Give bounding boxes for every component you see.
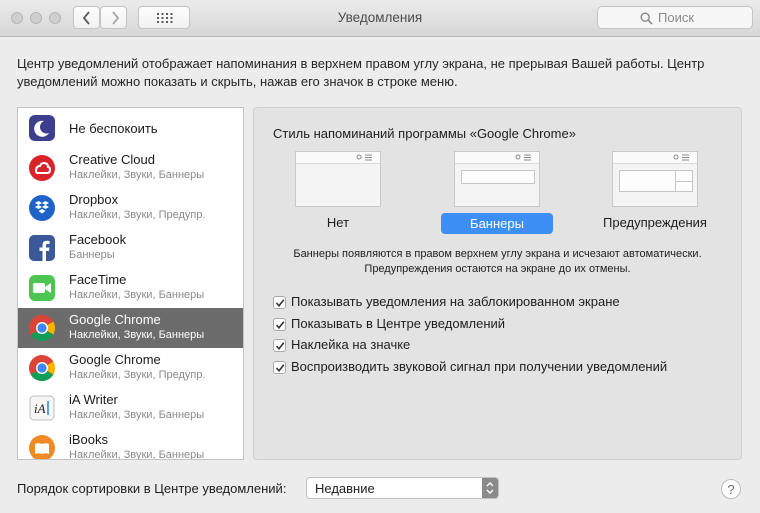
checkbox-label: Показывать уведомления на заблокированно… xyxy=(291,294,620,309)
list-item-ia-writer[interactable]: iA iA Writer Наклейки, Звуки, Баннеры xyxy=(18,388,243,428)
alert-sample xyxy=(619,170,693,192)
svg-text:iA: iA xyxy=(34,401,46,416)
chrome-icon xyxy=(28,314,56,342)
app-name: iA Writer xyxy=(69,392,118,407)
list-item-dropbox[interactable]: Dropbox Наклейки, Звуки, Предупр. xyxy=(18,188,243,228)
search-field[interactable]: Поиск xyxy=(597,6,753,29)
app-name: Facebook xyxy=(69,232,127,247)
style-info-line-2: Предупреждения остаются на экране до их … xyxy=(364,263,631,275)
checkmark-icon xyxy=(275,364,285,373)
sort-order-value: Недавние xyxy=(315,481,375,496)
checkbox[interactable] xyxy=(273,296,286,309)
moon-icon xyxy=(29,115,55,141)
stepper-arrows-icon xyxy=(482,478,498,498)
ia-writer-icon: iA xyxy=(29,395,55,421)
toolbar: Уведомления Поиск xyxy=(0,0,760,37)
checkbox-sound[interactable]: Воспроизводить звуковой сигнал при получ… xyxy=(273,359,713,377)
help-button[interactable]: ? xyxy=(721,479,741,499)
list-item-google-chrome[interactable]: Google Chrome Наклейки, Звуки, Предупр. xyxy=(18,348,243,388)
list-item-google-chrome-selected[interactable]: Google Chrome Наклейки, Звуки, Баннеры xyxy=(18,308,243,348)
sort-order-label: Порядок сортировки в Центре уведомлений: xyxy=(17,481,287,496)
list-item-creative-cloud[interactable]: Creative Cloud Наклейки, Звуки, Баннеры xyxy=(18,148,243,188)
list-item-do-not-disturb[interactable]: Не беспокоить xyxy=(18,108,243,148)
menu-bar-icons xyxy=(356,154,372,161)
app-settings-summary: Наклейки, Звуки, Баннеры xyxy=(69,329,205,341)
checkbox[interactable] xyxy=(273,339,286,352)
app-name: iBooks xyxy=(69,432,109,447)
app-name: Google Chrome xyxy=(69,352,161,367)
style-banners-preview[interactable] xyxy=(454,151,540,207)
chrome-icon xyxy=(29,355,56,382)
style-alerts-label[interactable]: Предупреждения xyxy=(595,215,715,230)
menu-bar-icons xyxy=(673,154,689,161)
app-name: Creative Cloud xyxy=(69,152,155,167)
app-settings-summary: Наклейки, Звуки, Предупр. xyxy=(69,369,206,381)
menu-bar-icons xyxy=(515,154,531,161)
app-settings-summary: Наклейки, Звуки, Баннеры xyxy=(69,169,205,181)
style-none-preview[interactable] xyxy=(295,151,381,207)
app-settings-summary: Наклейки, Звуки, Баннеры xyxy=(69,289,205,301)
app-settings-summary: Баннеры xyxy=(69,249,115,261)
facebook-icon xyxy=(29,235,55,261)
app-list[interactable]: Не беспокоить Creative Cloud Наклейки, З… xyxy=(17,107,244,460)
checkbox-label: Наклейка на значке xyxy=(291,337,411,352)
notification-settings-panel: Стиль напоминаний программы «Google Chro… xyxy=(253,107,742,460)
facetime-icon xyxy=(29,275,55,301)
checkmark-icon xyxy=(275,342,285,351)
checkbox-label: Показывать в Центре уведомлений xyxy=(291,316,506,331)
creative-cloud-icon xyxy=(29,155,55,181)
app-name: Не беспокоить xyxy=(69,121,158,136)
checkbox-lock-screen[interactable]: Показывать уведомления на заблокированно… xyxy=(273,294,713,312)
checkmark-icon xyxy=(275,299,285,308)
app-settings-summary: Наклейки, Звуки, Баннеры xyxy=(69,449,205,460)
app-name: Google Chrome xyxy=(69,312,161,327)
style-info-text: Баннеры появляются в правом верхнем углу… xyxy=(254,247,741,277)
list-item-facebook[interactable]: Facebook Баннеры xyxy=(18,228,243,268)
search-placeholder: Поиск xyxy=(658,10,695,25)
app-settings-summary: Наклейки, Звуки, Предупр. xyxy=(69,209,206,221)
list-item-ibooks[interactable]: iBooks Наклейки, Звуки, Баннеры xyxy=(18,428,243,460)
style-alerts-preview[interactable] xyxy=(612,151,698,207)
app-name: Dropbox xyxy=(69,192,119,207)
checkbox-notification-center[interactable]: Показывать в Центре уведомлений xyxy=(273,316,713,334)
search-icon xyxy=(640,12,653,25)
app-settings-summary: Наклейки, Звуки, Баннеры xyxy=(69,409,205,421)
description-text: Центр уведомлений отображает напоминания… xyxy=(17,56,705,89)
style-none-label[interactable]: Нет xyxy=(295,215,381,230)
ibooks-icon xyxy=(29,435,55,459)
dropbox-icon xyxy=(29,195,55,221)
style-banners-label-selected[interactable]: Баннеры xyxy=(441,213,553,234)
app-name: FaceTime xyxy=(69,272,127,287)
sort-order-select[interactable]: Недавние xyxy=(306,477,499,499)
checkmark-icon xyxy=(275,321,285,330)
list-item-facetime[interactable]: FaceTime Наклейки, Звуки, Баннеры xyxy=(18,268,243,308)
banner-sample xyxy=(461,170,535,184)
checkbox-badge[interactable]: Наклейка на значке xyxy=(273,337,713,355)
style-info-line-1: Баннеры появляются в правом верхнем углу… xyxy=(293,248,702,260)
panel-title: Стиль напоминаний программы «Google Chro… xyxy=(273,126,576,141)
checkbox[interactable] xyxy=(273,318,286,331)
checkbox[interactable] xyxy=(273,361,286,374)
checkbox-label: Воспроизводить звуковой сигнал при получ… xyxy=(291,359,668,374)
